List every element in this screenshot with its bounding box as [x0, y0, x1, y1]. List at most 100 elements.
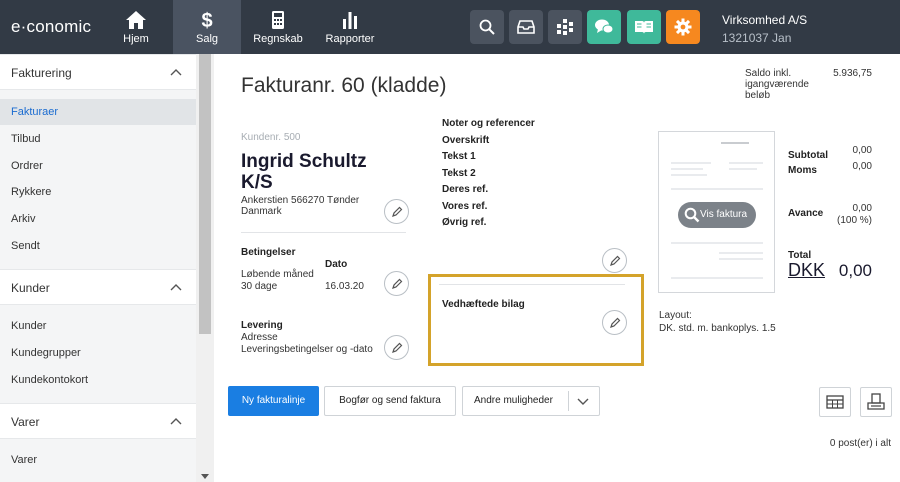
nav-hjem[interactable]: Hjem — [102, 0, 170, 54]
settings-button[interactable] — [666, 10, 700, 44]
divider — [439, 284, 625, 285]
divider — [568, 391, 569, 411]
sidebar-item-fakturaer[interactable]: Fakturaer — [0, 99, 196, 125]
pencil-icon — [392, 342, 403, 353]
nav-regnskab[interactable]: Regnskab — [244, 0, 312, 54]
app-logo[interactable]: e·conomic — [11, 17, 91, 37]
chevron-down-icon[interactable] — [577, 398, 589, 406]
chevron-up-icon — [170, 69, 182, 76]
vat-label: Moms — [788, 165, 817, 176]
sidebar-item-varer[interactable]: Varer — [0, 447, 196, 473]
table-view-button[interactable] — [819, 387, 851, 417]
margin-label: Avance — [788, 208, 824, 219]
edit-customer-button[interactable] — [384, 199, 409, 224]
top-bar: e·conomic Hjem $ Salg Regnskab Rapporter… — [0, 0, 900, 54]
edit-notes-button[interactable] — [602, 248, 627, 273]
book-and-send-button[interactable]: Bogfør og send faktura — [324, 386, 456, 416]
sidebar-section-varer[interactable]: Varer — [0, 403, 196, 439]
sidebar-section-title: Fakturering — [11, 66, 72, 80]
search-button[interactable] — [470, 10, 504, 44]
book-icon — [635, 21, 653, 34]
post-count: 0 post(er) i alt — [829, 438, 891, 449]
margin-percent: (100 %) — [836, 215, 872, 226]
delivery-line-2: Leveringsbetingelser og -dato — [241, 344, 373, 355]
saldo-value: 5.936,75 — [833, 68, 872, 79]
invoice-panel: Fakturanr. 60 (kladde) Saldo inkl. igang… — [214, 54, 900, 482]
customer-number: Kundenr. 500 — [241, 132, 301, 143]
nav-salg[interactable]: $ Salg — [173, 0, 241, 54]
view-invoice-button[interactable]: Vis faktura — [678, 202, 756, 228]
company-name[interactable]: Virksomhed A/S — [722, 13, 807, 27]
preview-line — [729, 168, 757, 170]
inbox-icon — [517, 20, 535, 34]
sidebar-item-kundekontokort[interactable]: Kundekontokort — [0, 367, 196, 393]
table-icon — [826, 395, 844, 409]
pencil-icon — [610, 317, 621, 328]
book-button[interactable] — [627, 10, 661, 44]
company-user: 1321037 Jan — [722, 31, 792, 45]
apps-button[interactable] — [548, 10, 582, 44]
inbox-button[interactable] — [509, 10, 543, 44]
notes-references: Noter og referencer Overskrift Tekst 1 T… — [442, 118, 535, 234]
view-invoice-label: Vis faktura — [700, 209, 748, 220]
notes-their-ref: Deres ref. — [442, 184, 489, 195]
notes-text-1: Tekst 1 — [442, 151, 476, 162]
sidebar-item-tilbud[interactable]: Tilbud — [0, 126, 196, 152]
pencil-icon — [392, 206, 403, 217]
notes-text-2: Tekst 2 — [442, 167, 476, 179]
preview-line — [671, 174, 707, 176]
calculator-icon — [272, 11, 284, 29]
print-button[interactable] — [860, 387, 892, 417]
conditions-line-2: 30 dage — [241, 281, 278, 292]
preview-line — [671, 242, 763, 244]
nav-rapporter[interactable]: Rapporter — [316, 0, 384, 54]
delivery-line-1: Adresse — [241, 332, 278, 343]
saldo-label: Saldo inkl. igangværende beløb — [745, 68, 809, 101]
search-icon — [479, 19, 495, 35]
dollar-icon: $ — [201, 10, 212, 30]
notes-headline: Overskrift — [442, 134, 490, 146]
sidebar-item-ordrer[interactable]: Ordrer — [0, 153, 196, 179]
sidebar-item-sendt[interactable]: Sendt — [0, 233, 196, 259]
chevron-up-icon — [170, 284, 182, 291]
delivery-label: Levering — [241, 320, 283, 331]
sidebar-section-fakturering[interactable]: Fakturering — [0, 54, 196, 90]
svg-text:$: $ — [201, 10, 212, 30]
edit-conditions-button[interactable] — [384, 271, 409, 296]
chevron-up-icon — [170, 418, 182, 425]
sidebar-item-kunder[interactable]: Kunder — [0, 313, 196, 339]
preview-line — [719, 252, 763, 254]
layout-value[interactable]: DK. std. m. bankoplys. 1.5 — [659, 322, 776, 335]
delivery-value: Adresse Leveringsbetingelser og -dato — [241, 332, 373, 356]
magnifier-icon — [684, 207, 700, 223]
more-options-label: Andre muligheder — [474, 395, 553, 406]
sidebar-scrollbar[interactable] — [196, 54, 214, 482]
invoice-preview[interactable]: Vis faktura — [658, 131, 775, 293]
attachments-label: Vedhæftede bilag — [442, 299, 525, 310]
pencil-icon — [392, 278, 403, 289]
edit-attachments-button[interactable] — [602, 310, 627, 335]
notes-title: Noter og referencer — [442, 118, 535, 129]
new-invoice-line-button[interactable]: Ny fakturalinje — [228, 386, 319, 416]
currency-link[interactable]: DKK — [788, 260, 825, 281]
sidebar-item-rykkere[interactable]: Rykkere — [0, 179, 196, 205]
sidebar-item-arkiv[interactable]: Arkiv — [0, 206, 196, 232]
sidebar-section-kunder[interactable]: Kunder — [0, 269, 196, 305]
chat-button[interactable] — [587, 10, 621, 44]
page-title: Fakturanr. 60 (kladde) — [241, 74, 447, 97]
conditions-value: Løbende måned 30 dage — [241, 269, 314, 293]
sidebar-item-kundegrupper[interactable]: Kundegrupper — [0, 340, 196, 366]
apps-icon — [557, 19, 573, 35]
customer-name[interactable]: Ingrid Schultz K/S — [241, 151, 391, 193]
chat-icon — [595, 19, 614, 34]
preview-line — [671, 277, 763, 279]
layout-info: Layout: DK. std. m. bankoplys. 1.5 — [659, 309, 776, 335]
subtotal-label: Subtotal — [788, 150, 828, 161]
conditions-line-1: Løbende måned — [241, 269, 314, 280]
date-label: Dato — [325, 259, 348, 270]
edit-delivery-button[interactable] — [384, 335, 409, 360]
sidebar-section-title: Kunder — [11, 281, 50, 295]
scroll-thumb[interactable] — [199, 54, 211, 334]
scroll-down-icon[interactable] — [201, 474, 209, 479]
nav-salg-label: Salg — [195, 33, 219, 45]
